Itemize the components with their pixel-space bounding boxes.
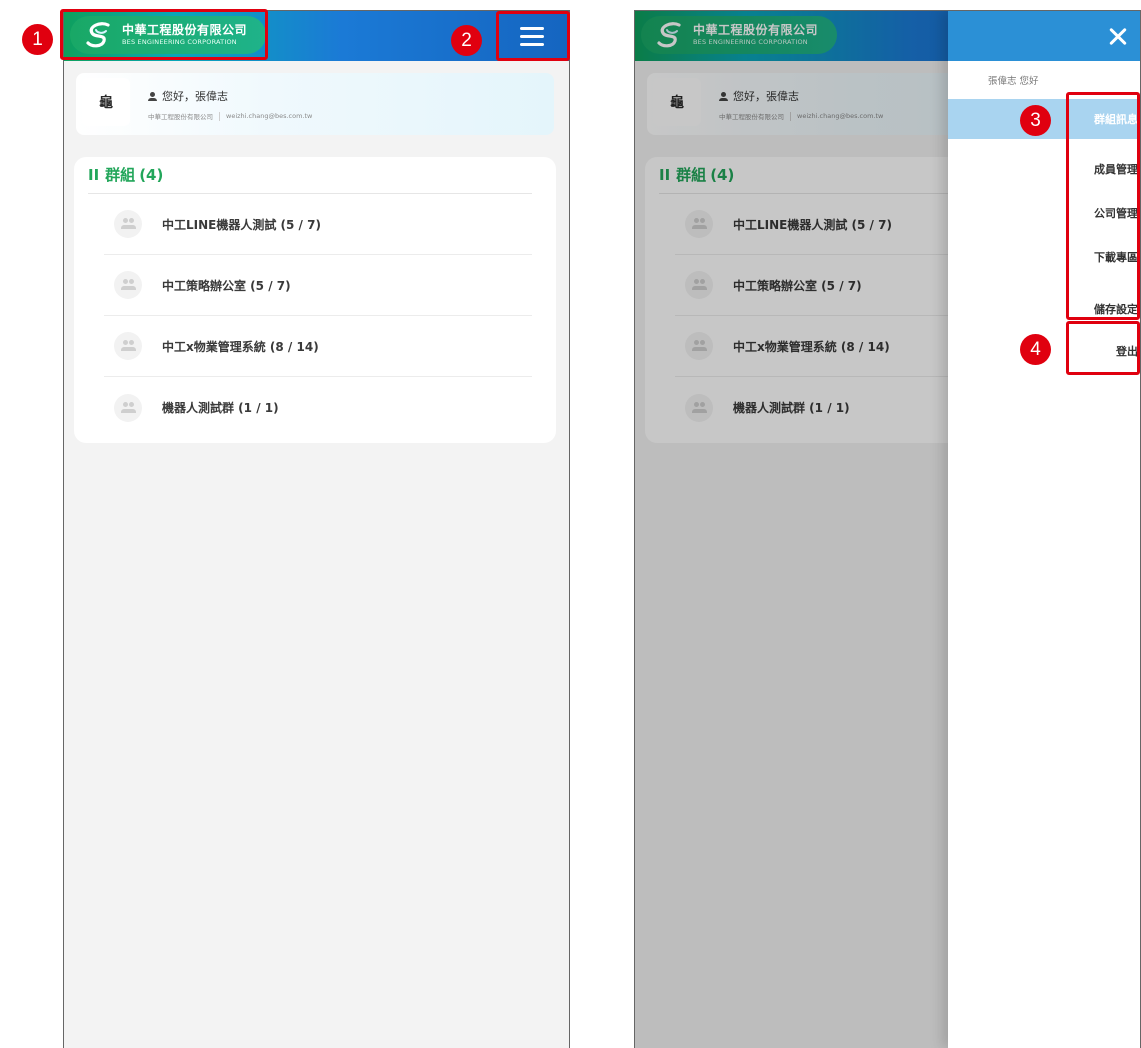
group-label: 中工x物業管理系統 (8 / 14): [162, 339, 319, 354]
user-greeting-row: 您好，張偉志: [148, 88, 228, 104]
user-email: weizhi.chang@bes.com.tw: [226, 112, 313, 120]
phone-screen-drawer-open: 中華工程股份有限公司 BES ENGINEERING CORPORATION 龜…: [634, 10, 1141, 1048]
groups-card: II 群組 (4) 中工LINE機器人測試 (5 / 7) 中工策略辦公室 (5…: [74, 157, 556, 443]
callout-badge: 4: [1020, 334, 1051, 365]
drawer-greeting: 張偉志 您好: [988, 76, 1039, 87]
group-icon: [114, 210, 142, 238]
highlight-box-drawer-menu: [1066, 92, 1140, 320]
group-list-item[interactable]: 機器人測試群 (1 / 1): [104, 377, 532, 438]
callout-badge: 3: [1020, 105, 1051, 136]
highlight-box-logout: [1066, 321, 1140, 375]
groups-title-text: 群組: [105, 166, 136, 184]
group-label: 機器人測試群 (1 / 1): [162, 401, 279, 415]
groups-title: II 群組 (4): [88, 164, 163, 185]
user-meta: 中華工程股份有限公司 weizhi.chang@bes.com.tw: [148, 111, 312, 121]
highlight-box-company-brand: [60, 9, 268, 60]
divider: [219, 111, 220, 121]
user-info-card: 龜 您好，張偉志 中華工程股份有限公司 weizhi.chang@bes.com…: [76, 73, 554, 135]
group-list-item[interactable]: 中工策略辦公室 (5 / 7): [104, 255, 532, 316]
group-list-item[interactable]: 中工LINE機器人測試 (5 / 7): [104, 194, 532, 255]
group-list-item[interactable]: 中工x物業管理系統 (8 / 14): [104, 316, 532, 377]
user-greeting: 您好，張偉志: [162, 90, 228, 103]
group-label: 中工策略辦公室 (5 / 7): [162, 278, 291, 293]
group-icon: [114, 271, 142, 299]
groups-count: (4): [139, 165, 164, 184]
group-icon: [114, 393, 142, 422]
close-icon[interactable]: [1099, 17, 1137, 55]
phone-screen-main: 中華工程股份有限公司 BES ENGINEERING CORPORATION 龜…: [63, 10, 570, 1048]
callout-badge: 1: [22, 24, 53, 55]
group-label: 中工LINE機器人測試 (5 / 7): [162, 217, 321, 232]
section-marker: II: [88, 165, 100, 184]
callout-badge: 2: [451, 25, 482, 56]
avatar: 龜: [82, 78, 130, 126]
group-icon: [114, 332, 142, 360]
highlight-box-menu-button: [496, 11, 570, 61]
drawer-header: [948, 11, 1140, 61]
user-icon: [148, 91, 157, 101]
user-company: 中華工程股份有限公司: [148, 113, 213, 121]
